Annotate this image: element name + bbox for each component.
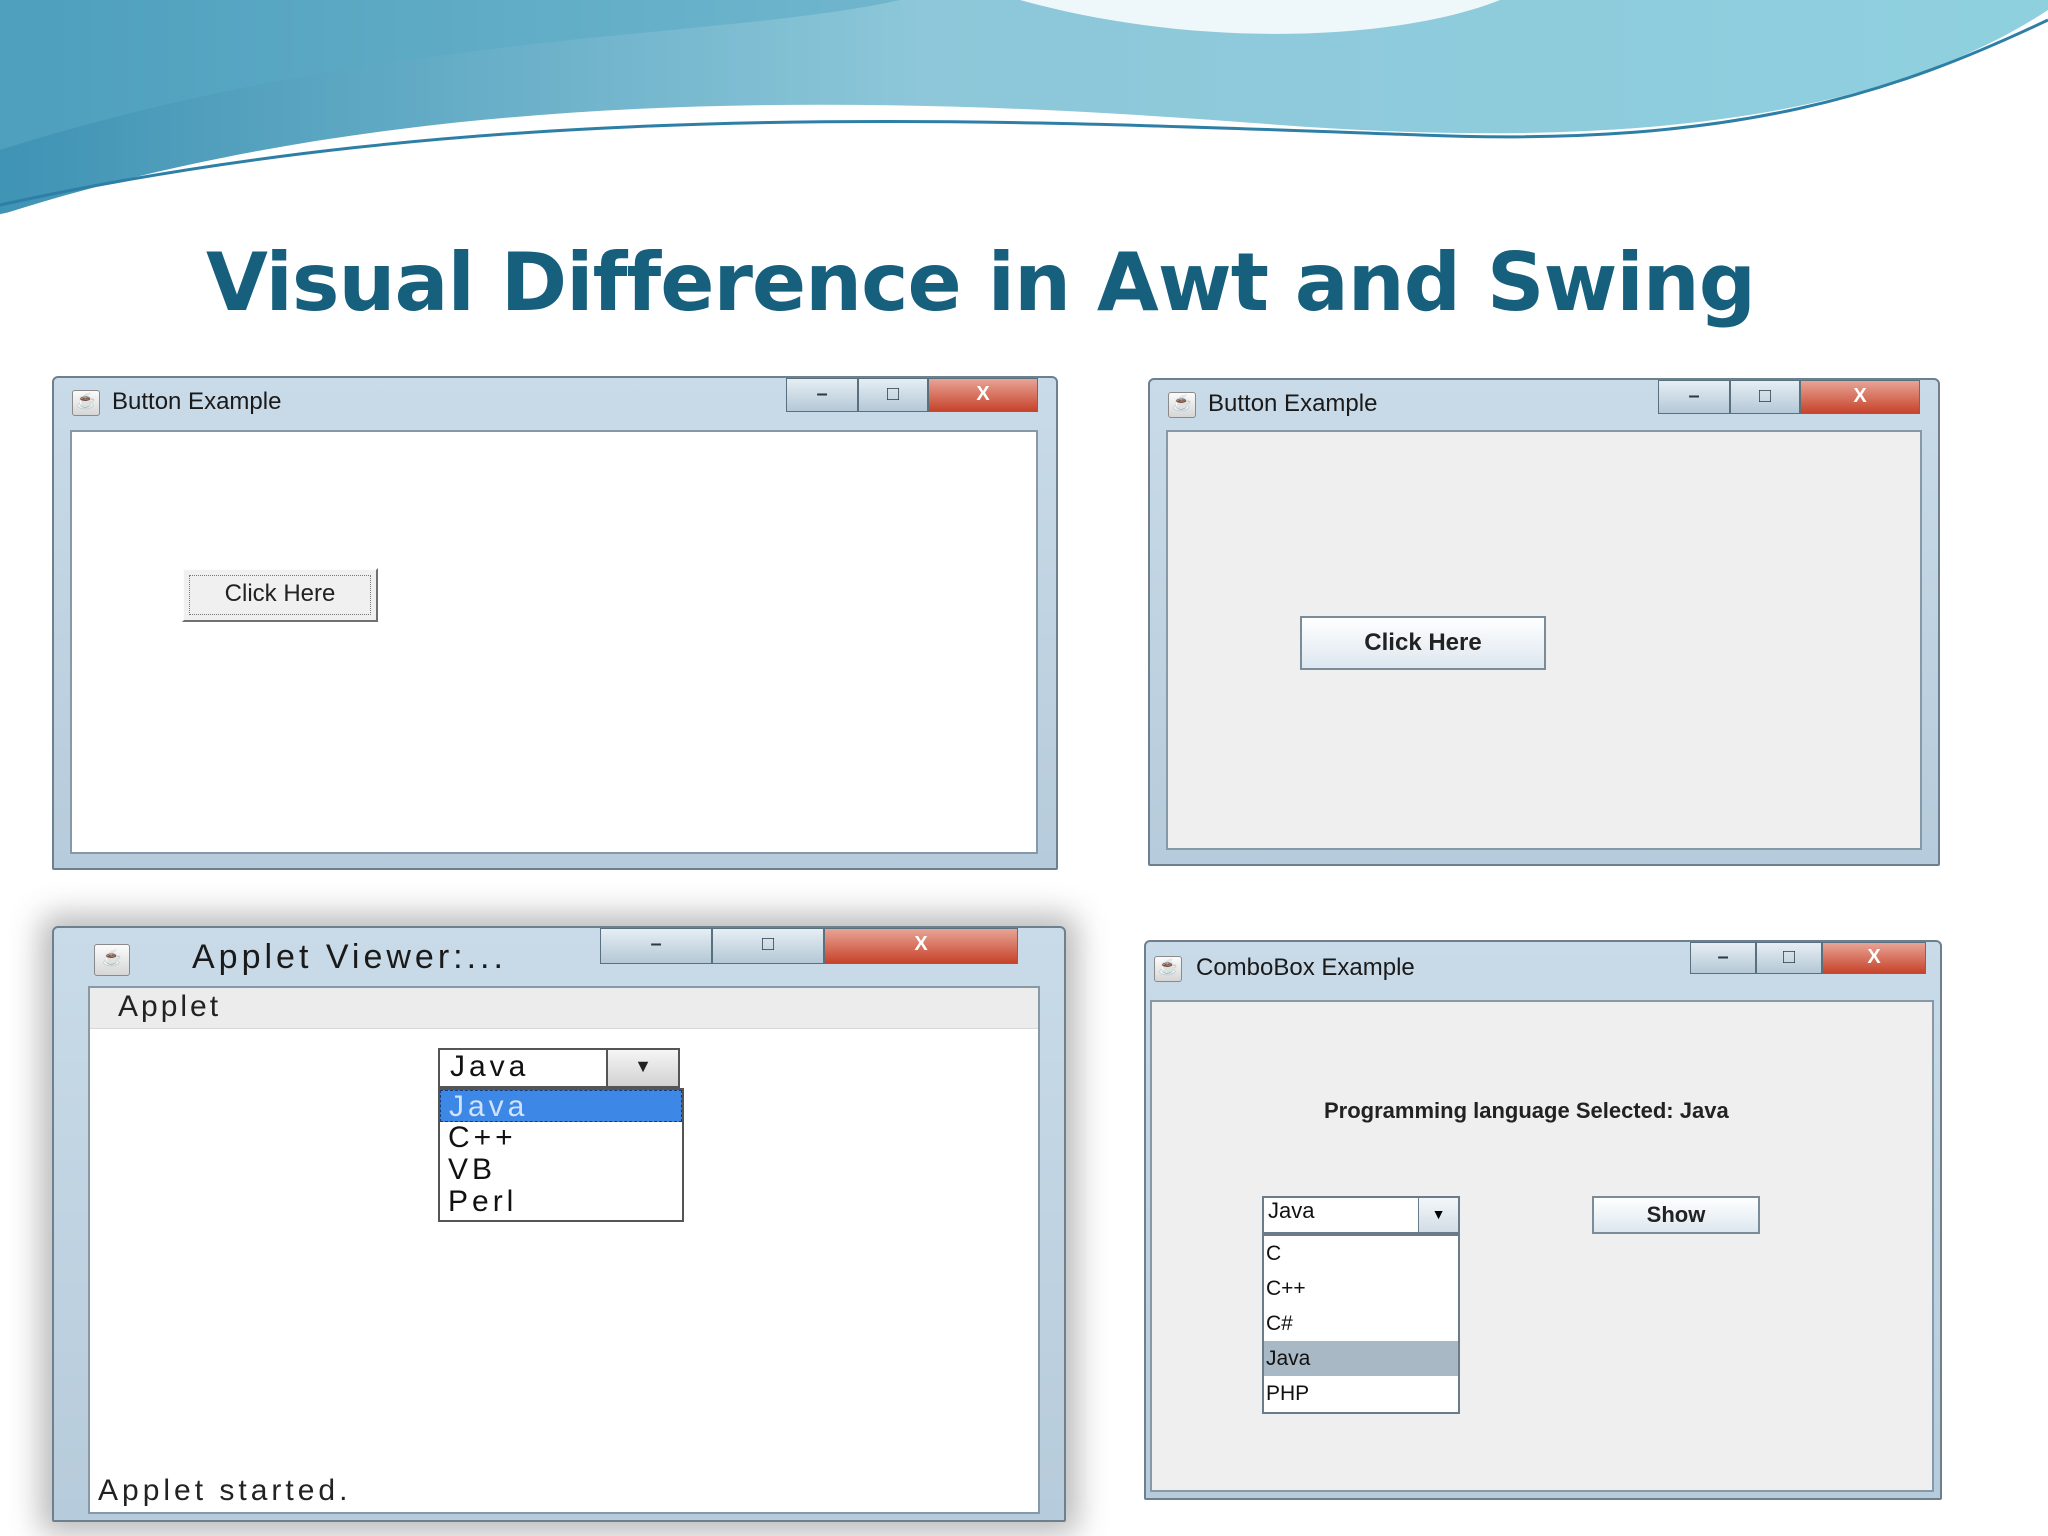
combobox-selected-value: Java (1268, 1198, 1315, 1223)
window-title: ComboBox Example (1196, 954, 1415, 981)
java-cup-icon: ☕ (94, 944, 130, 976)
window-titlebar[interactable]: ☕ Button Example – □ X (54, 378, 1056, 426)
minimize-button[interactable]: – (1658, 380, 1730, 414)
window-title: Applet Viewer:... (192, 938, 507, 976)
maximize-button[interactable]: □ (1756, 942, 1822, 974)
java-cup-icon: ☕ (72, 390, 100, 416)
list-item[interactable]: C++ (440, 1122, 682, 1154)
menu-bar: Applet (90, 988, 1038, 1029)
close-button[interactable]: X (928, 378, 1038, 412)
minimize-button[interactable]: – (786, 378, 858, 412)
header-wave-decoration (0, 0, 2048, 216)
minimize-button[interactable]: – (1690, 942, 1756, 974)
focus-outline (189, 575, 371, 615)
swing-content-area: Click Here (1166, 430, 1922, 850)
list-item[interactable]: C++ (1264, 1271, 1458, 1306)
applet-viewer-window: ☕ Applet Viewer:... – □ X Applet Java ▼ … (52, 926, 1066, 1522)
maximize-button[interactable]: □ (712, 928, 824, 964)
swing-button-window: ☕ Button Example – □ X Click Here (1148, 378, 1940, 866)
window-title: Button Example (1208, 390, 1378, 417)
click-here-button[interactable]: Click Here (1300, 616, 1546, 670)
list-item[interactable]: Java (440, 1090, 682, 1123)
selection-label: Programming language Selected: Java (1324, 1098, 1729, 1123)
language-choice-list[interactable]: Java C++ VB Perl (438, 1088, 684, 1222)
applet-menu[interactable]: Applet (118, 990, 221, 1024)
slide-title: Visual Difference in Awt and Swing (206, 236, 1756, 329)
window-titlebar[interactable]: ☕ Applet Viewer:... – □ X (54, 928, 1064, 976)
show-button[interactable]: Show (1592, 1196, 1760, 1234)
list-item[interactable]: C# (1264, 1306, 1458, 1341)
dropdown-arrow-icon[interactable]: ▼ (1418, 1198, 1458, 1232)
list-item[interactable]: PHP (1264, 1376, 1458, 1411)
applet-status-text: Applet started. (98, 1474, 352, 1507)
click-here-button[interactable]: Click Here (182, 568, 378, 622)
window-title: Button Example (112, 388, 282, 415)
choice-selected-value: Java (450, 1050, 530, 1083)
java-cup-icon: ☕ (1154, 956, 1182, 982)
maximize-button[interactable]: □ (1730, 380, 1800, 414)
window-titlebar[interactable]: ☕ Button Example – □ X (1150, 380, 1938, 428)
language-combobox-list[interactable]: C C++ C# Java PHP (1262, 1234, 1460, 1414)
close-button[interactable]: X (1800, 380, 1920, 414)
dropdown-arrow-icon[interactable]: ▼ (606, 1050, 678, 1086)
combobox-window: ☕ ComboBox Example – □ X Programming lan… (1144, 940, 1942, 1500)
combobox-content-area: Programming language Selected: Java Java… (1150, 1000, 1934, 1492)
close-button[interactable]: X (1822, 942, 1926, 974)
list-item[interactable]: Java (1264, 1341, 1458, 1376)
maximize-button[interactable]: □ (858, 378, 928, 412)
applet-content-area: Applet Java ▼ Java C++ VB Perl Applet st… (88, 986, 1040, 1514)
language-combobox[interactable]: Java ▼ (1262, 1196, 1460, 1234)
list-item[interactable]: VB (440, 1154, 682, 1186)
window-titlebar[interactable]: ☕ ComboBox Example – □ X (1146, 942, 1940, 990)
close-button[interactable]: X (824, 928, 1018, 964)
awt-content-area: Click Here (70, 430, 1038, 854)
java-cup-icon: ☕ (1168, 392, 1196, 418)
language-choice[interactable]: Java ▼ (438, 1048, 680, 1088)
minimize-button[interactable]: – (600, 928, 712, 964)
list-item[interactable]: C (1264, 1236, 1458, 1271)
awt-button-window: ☕ Button Example – □ X Click Here (52, 376, 1058, 870)
list-item[interactable]: Perl (440, 1186, 682, 1218)
